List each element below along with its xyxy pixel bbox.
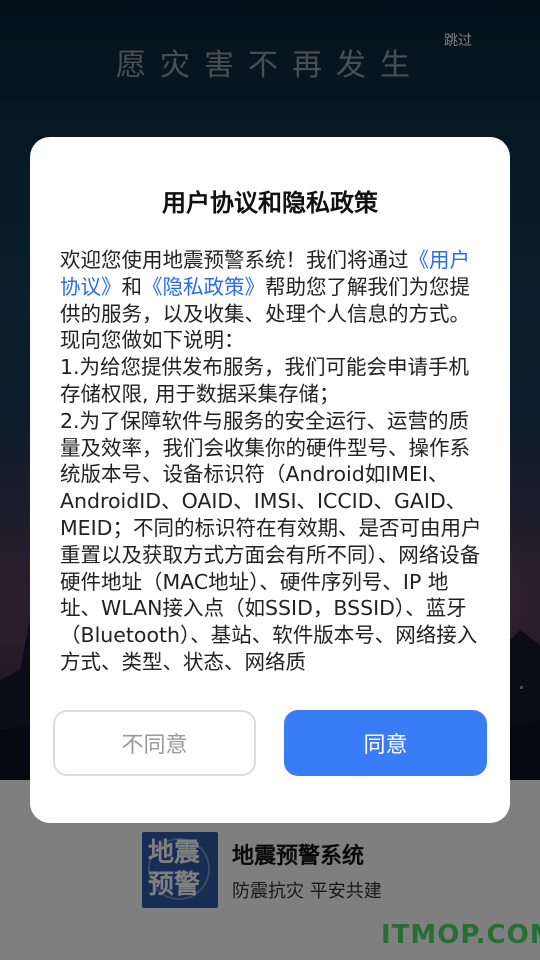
dialog-content[interactable]: 欢迎您使用地震预警系统！我们将通过《用户协议》和《隐私政策》帮助您了解我们为您提… [60, 247, 486, 695]
privacy-policy-link[interactable]: 《隐私政策》 [142, 275, 265, 299]
disagree-button[interactable]: 不同意 [53, 710, 256, 776]
intro-text: 欢迎您使用地震预警系统！我们将通过 [60, 248, 409, 272]
item-1-text: 1.为给您提供发布服务，我们可能会申请手机存储权限, 用于数据采集存储； [60, 355, 470, 406]
item-2-text: 2.为了保障软件与服务的安全运行、运营的质量及效率，我们会收集你的硬件型号、操作… [60, 408, 482, 674]
agree-button[interactable]: 同意 [284, 710, 487, 776]
privacy-dialog: 用户协议和隐私政策 欢迎您使用地震预警系统！我们将通过《用户协议》和《隐私政策》… [30, 137, 510, 823]
and-text: 和 [121, 274, 143, 299]
dialog-title: 用户协议和隐私政策 [162, 189, 378, 217]
